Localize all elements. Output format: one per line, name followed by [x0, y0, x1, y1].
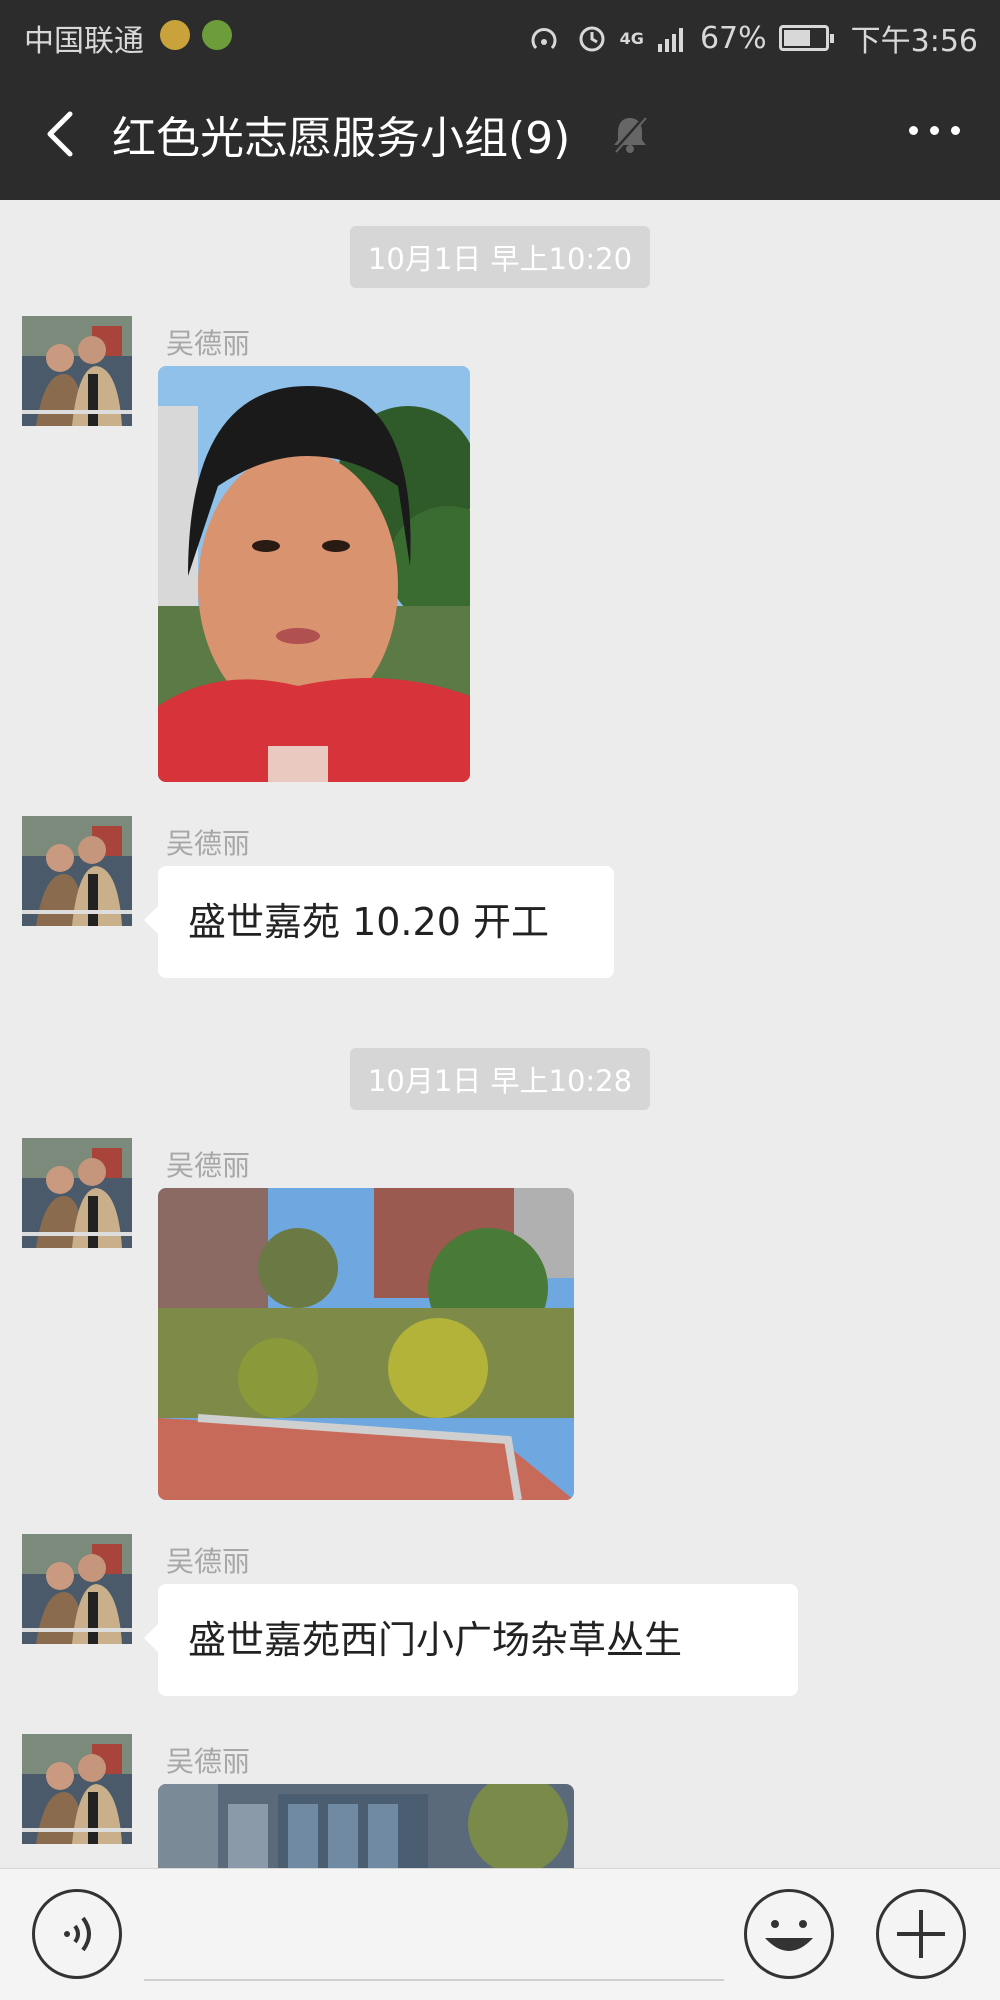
more-icon[interactable] [909, 126, 960, 135]
text-message[interactable]: 盛世嘉苑西门小广场杂草丛生 [144, 1584, 798, 1696]
signal-icon [657, 28, 683, 52]
voice-icon[interactable] [32, 1889, 122, 1979]
sender-name: 吴德丽 [166, 327, 251, 360]
mute-icon [612, 114, 648, 154]
alarm-icon [579, 26, 605, 52]
emoji-icon[interactable] [744, 1889, 834, 1979]
network-type: 4G [619, 28, 644, 48]
avatar[interactable] [22, 816, 132, 926]
image-message[interactable] [158, 1188, 574, 1500]
input-bar [0, 1868, 1000, 2000]
plus-icon[interactable] [876, 1889, 966, 1979]
avatar[interactable] [22, 1138, 132, 1248]
message-input[interactable] [144, 1979, 724, 1981]
timestamp: 10月1日 早上10:20 [349, 226, 651, 288]
clock: 下午3:56 [850, 24, 978, 59]
avatar[interactable] [22, 1534, 132, 1644]
image-message[interactable] [158, 366, 470, 782]
sender-name: 吴德丽 [166, 1745, 251, 1778]
message-list[interactable]: 10月1日 早上10:20 吴德丽 吴德丽 盛世嘉苑 10.20 开工 10月1… [0, 200, 1000, 1868]
sender-name: 吴德丽 [166, 1149, 251, 1182]
hotspot-icon [531, 28, 557, 50]
chat-title: 红色光志愿服务小组(9) [112, 113, 571, 164]
back-icon[interactable] [34, 106, 90, 162]
status-right: 4G 67% 下午3:56 [528, 16, 978, 60]
sender-name: 吴德丽 [166, 827, 251, 860]
status-bar: 中国联通 4G 67% 下午3:56 [0, 0, 1000, 70]
carrier-name: 中国联通 [24, 24, 144, 59]
battery-percent: 67% [699, 20, 767, 56]
sim-message-icon [160, 20, 190, 50]
sender-name: 吴德丽 [166, 1545, 251, 1578]
chat-header: 红色光志愿服务小组(9) [0, 70, 1000, 200]
timestamp: 10月1日 早上10:28 [349, 1048, 651, 1110]
sim-app-icon [202, 20, 232, 50]
battery-icon [778, 25, 834, 51]
avatar[interactable] [22, 316, 132, 426]
text-message[interactable]: 盛世嘉苑 10.20 开工 [144, 866, 614, 978]
image-message[interactable] [158, 1784, 574, 1868]
avatar[interactable] [22, 1734, 132, 1844]
